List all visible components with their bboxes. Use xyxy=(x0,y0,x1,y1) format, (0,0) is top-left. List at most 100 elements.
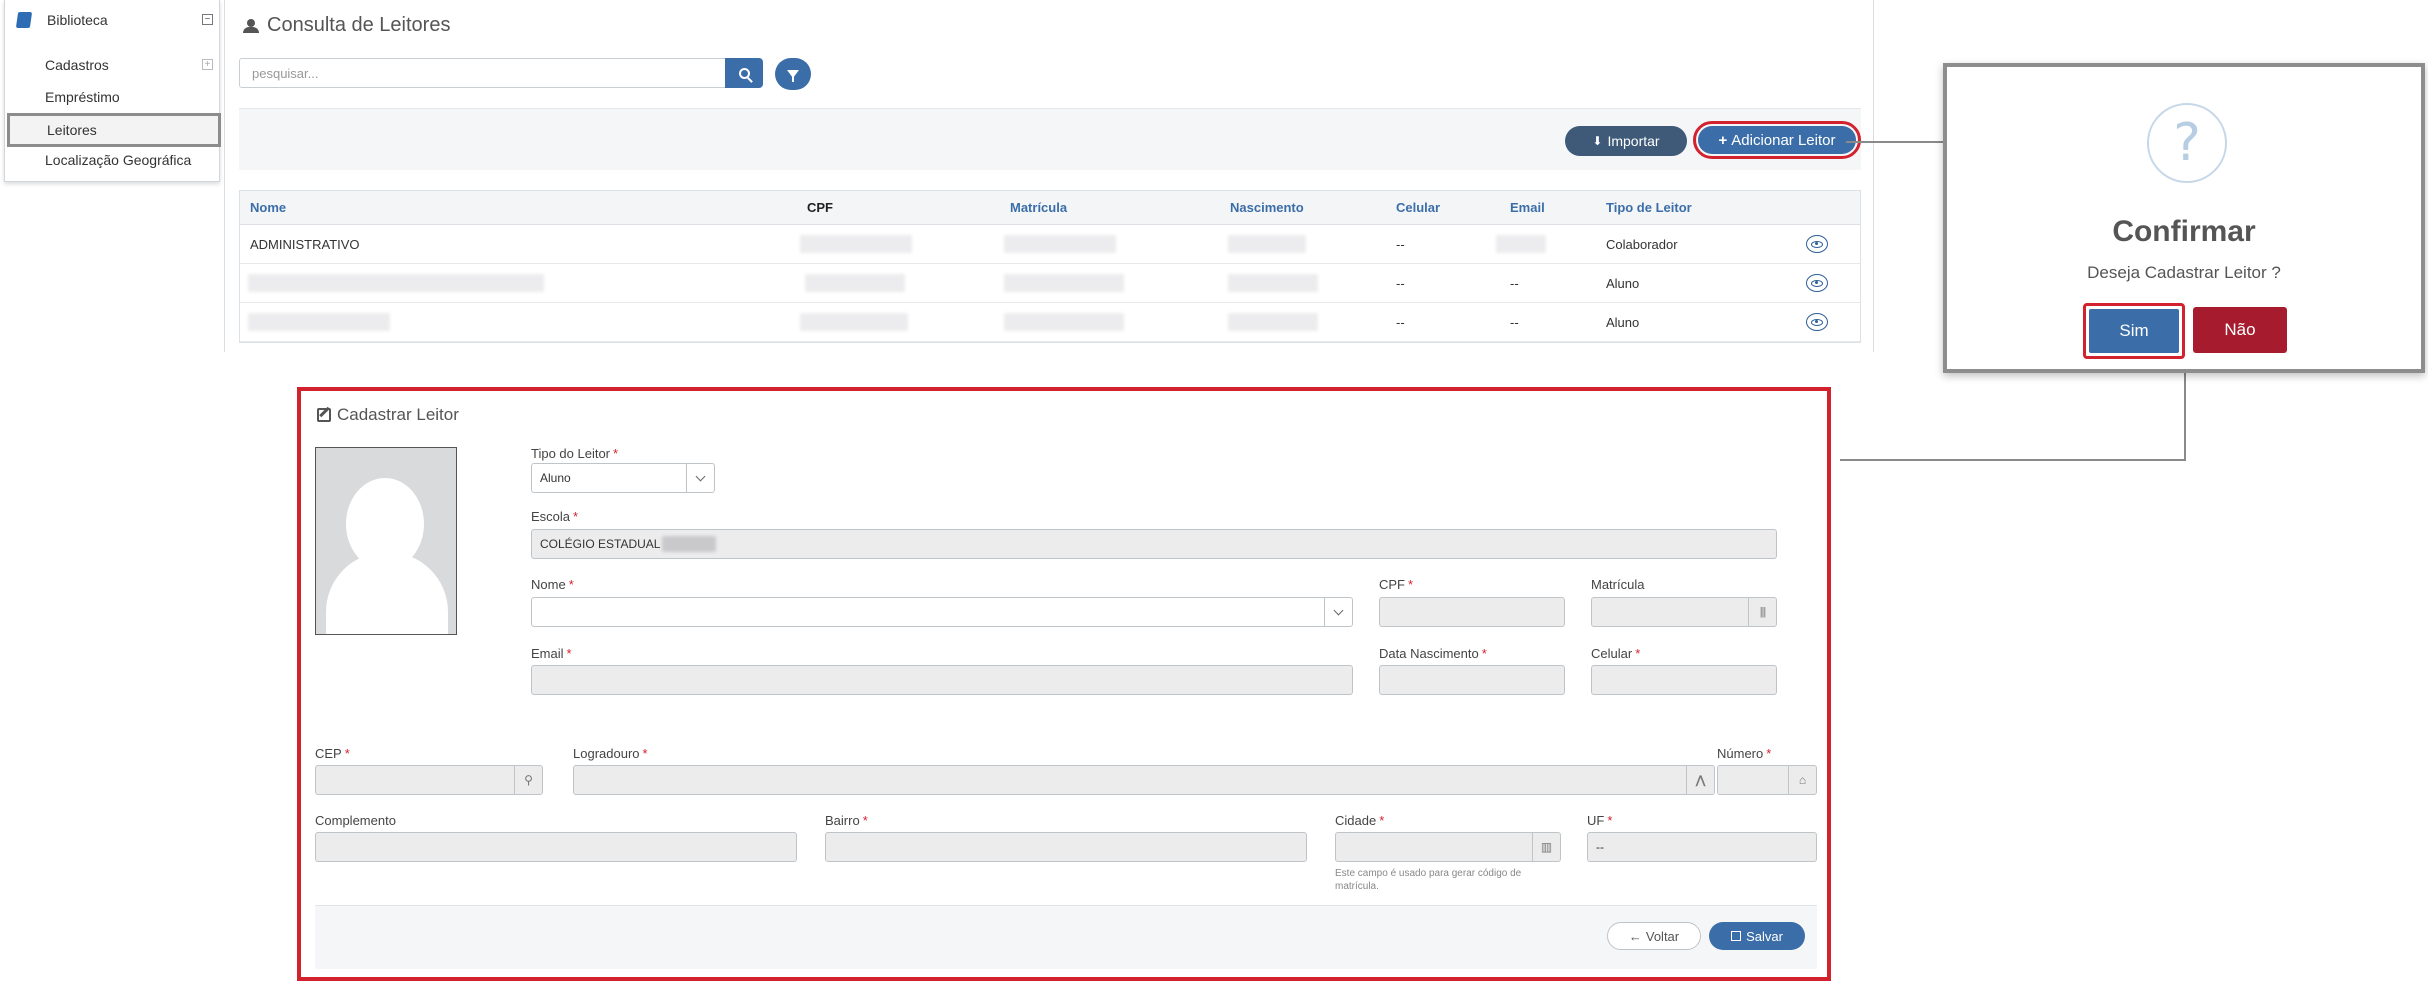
logradouro-label: Logradouro * xyxy=(573,746,648,761)
cell-cpf xyxy=(800,313,908,331)
cell-celular: -- xyxy=(1396,314,1405,330)
celular-label: Celular * xyxy=(1591,646,1641,661)
collapse-icon[interactable]: − xyxy=(202,14,213,25)
cep-field[interactable]: ⚲ xyxy=(315,765,543,795)
nascimento-field[interactable] xyxy=(1379,665,1565,695)
sidebar-item-label: Cadastros xyxy=(45,57,109,73)
add-reader-button[interactable]: + Adicionar Leitor xyxy=(1693,121,1861,159)
cell-tipo: Colaborador xyxy=(1606,236,1678,252)
cidade-label: Cidade * xyxy=(1335,813,1385,828)
building-icon: ▥ xyxy=(1532,833,1560,861)
register-form: Cadastrar Leitor Tipo do Leitor * Aluno E… xyxy=(297,387,1831,981)
celular-field[interactable] xyxy=(1591,665,1777,695)
escola-value: COLÉGIO ESTADUAL xyxy=(540,537,661,551)
table-row[interactable]: -- -- Aluno xyxy=(240,303,1860,342)
cell-email: -- xyxy=(1510,314,1519,330)
expand-icon[interactable]: + xyxy=(202,59,213,70)
map-marker-icon[interactable]: ⚲ xyxy=(514,766,542,794)
cidade-field[interactable]: ▥ xyxy=(1335,832,1561,862)
cell-matricula xyxy=(1004,274,1124,292)
view-icon[interactable] xyxy=(1806,235,1828,253)
confirm-no-button[interactable]: Não xyxy=(2193,307,2287,353)
escola-label: Escola * xyxy=(531,509,579,524)
column-header-nome[interactable]: Nome xyxy=(250,191,286,224)
sidebar-item-localizacao[interactable]: Localização Geográfica xyxy=(5,147,221,173)
view-icon[interactable] xyxy=(1806,313,1828,331)
column-header-email[interactable]: Email xyxy=(1510,191,1545,224)
cell-nome xyxy=(248,313,390,331)
form-title: Cadastrar Leitor xyxy=(317,405,459,425)
matricula-field[interactable]: ||| xyxy=(1591,597,1777,627)
cep-label: CEP * xyxy=(315,746,350,761)
cell-matricula xyxy=(1004,313,1124,331)
view-icon[interactable] xyxy=(1806,274,1828,292)
email-label: Email * xyxy=(531,646,572,661)
logradouro-field[interactable]: ⋀ xyxy=(573,765,1715,795)
road-icon: ⋀ xyxy=(1686,766,1714,794)
cell-nome: ADMINISTRATIVO xyxy=(250,236,360,252)
bairro-label: Bairro * xyxy=(825,813,868,828)
cell-matricula xyxy=(1004,235,1116,253)
column-header-cpf[interactable]: CPF xyxy=(807,191,833,224)
question-icon: ? xyxy=(2147,103,2227,183)
connector-line xyxy=(2184,373,2186,461)
cell-email: -- xyxy=(1510,275,1519,291)
cell-cpf xyxy=(800,235,912,253)
cell-nascimento xyxy=(1228,274,1318,292)
bairro-field[interactable] xyxy=(825,832,1307,862)
cell-celular: -- xyxy=(1396,275,1405,291)
cell-nascimento xyxy=(1228,313,1318,331)
column-header-matricula[interactable]: Matrícula xyxy=(1010,191,1067,224)
cidade-hint: Este campo é usado para gerar código de … xyxy=(1335,868,1522,892)
cell-celular: -- xyxy=(1396,236,1405,252)
confirm-yes-button[interactable]: Sim xyxy=(2083,303,2185,359)
add-reader-label: Adicionar Leitor xyxy=(1731,131,1836,149)
connector-line xyxy=(1840,459,2186,461)
sidebar-section-biblioteca[interactable]: Biblioteca − xyxy=(5,8,221,32)
cell-cpf xyxy=(805,274,905,292)
escola-field[interactable]: COLÉGIO ESTADUAL xyxy=(531,529,1777,559)
search-input[interactable]: pesquisar... xyxy=(239,58,727,88)
confirm-yes-label: Sim xyxy=(2089,309,2179,353)
sidebar-item-cadastros[interactable]: Cadastros + xyxy=(5,52,221,78)
escola-name-redacted xyxy=(662,536,717,552)
filter-button[interactable] xyxy=(775,58,811,90)
sidebar: Biblioteca − Cadastros + Empréstimo Leit… xyxy=(4,0,221,182)
filter-icon xyxy=(787,70,799,82)
cell-tipo: Aluno xyxy=(1606,314,1640,330)
cell-tipo: Aluno xyxy=(1606,275,1640,291)
dialog-message: Deseja Cadastrar Leitor ? xyxy=(2087,263,2281,282)
download-icon: ⬇ xyxy=(1592,134,1603,148)
email-field[interactable] xyxy=(531,665,1353,695)
nome-select[interactable] xyxy=(531,597,1353,627)
sidebar-item-emprestimo[interactable]: Empréstimo xyxy=(5,84,221,110)
complemento-field[interactable] xyxy=(315,832,797,862)
search-button[interactable] xyxy=(725,58,763,88)
table-row[interactable]: -- -- Aluno xyxy=(240,264,1860,303)
photo-placeholder[interactable] xyxy=(315,447,457,635)
cell-nascimento xyxy=(1228,235,1306,253)
edit-icon xyxy=(317,408,331,422)
import-button[interactable]: ⬇ Importar xyxy=(1565,126,1687,156)
cell-nome xyxy=(248,274,544,292)
sidebar-item-leitores[interactable]: Leitores xyxy=(7,113,221,147)
numero-field[interactable]: ⌂ xyxy=(1717,765,1817,795)
tipo-select[interactable]: Aluno xyxy=(531,463,715,493)
save-button[interactable]: Salvar xyxy=(1709,922,1805,950)
table-row[interactable]: ADMINISTRATIVO -- Colaborador xyxy=(240,225,1860,264)
plus-icon: + xyxy=(1718,131,1728,149)
tipo-value: Aluno xyxy=(540,471,571,485)
uf-select[interactable]: -- xyxy=(1587,832,1817,862)
form-title-text: Cadastrar Leitor xyxy=(337,405,459,424)
column-header-tipo[interactable]: Tipo de Leitor xyxy=(1606,191,1692,224)
back-button[interactable]: ← Voltar xyxy=(1607,922,1701,950)
uf-value: -- xyxy=(1596,840,1604,854)
users-icon xyxy=(241,18,261,33)
column-header-celular[interactable]: Celular xyxy=(1396,191,1440,224)
cpf-field[interactable] xyxy=(1379,597,1565,627)
sidebar-item-label: Empréstimo xyxy=(45,89,120,105)
arrow-left-icon: ← xyxy=(1628,928,1642,944)
consulta-panel: Consulta de Leitores pesquisar... ⬇ Impo… xyxy=(224,0,1874,352)
column-header-nascimento[interactable]: Nascimento xyxy=(1230,191,1304,224)
sidebar-item-label: Leitores xyxy=(47,122,97,138)
